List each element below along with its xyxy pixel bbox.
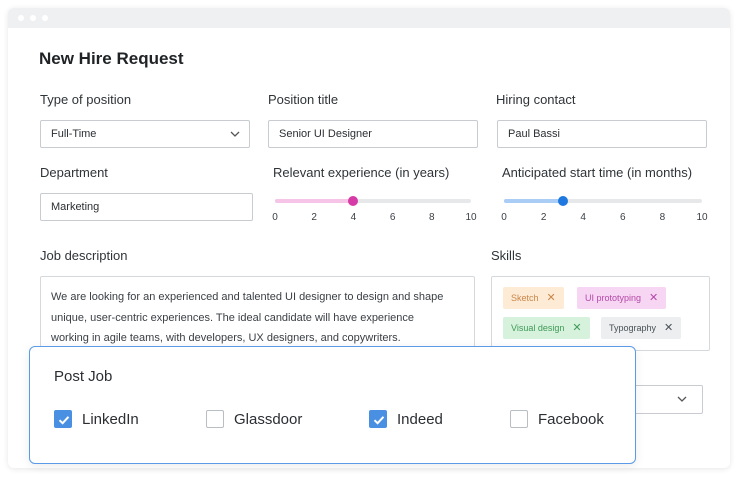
chevron-down-icon	[677, 396, 687, 402]
skills-label: Skills	[491, 248, 522, 263]
start-time-tick: 10	[696, 212, 708, 223]
experience-slider[interactable]	[275, 196, 471, 206]
experience-tick: 10	[465, 212, 477, 223]
type-of-position-value: Full-Time	[51, 128, 97, 140]
experience-ticks: 0 2 4 6 8 10	[272, 212, 476, 224]
position-title-label: Position title	[268, 92, 339, 107]
skills-field[interactable]: Sketch ✕ UI prototyping ✕ Visual design …	[491, 276, 710, 351]
option-glassdoor[interactable]: Glassdoor	[206, 409, 302, 429]
job-description-label: Job description	[40, 248, 128, 263]
close-icon[interactable]: ✕	[649, 292, 658, 304]
skill-tag-label: Visual design	[511, 323, 565, 333]
option-facebook[interactable]: Facebook	[510, 409, 604, 429]
checkmark-icon	[373, 416, 385, 425]
linkedin-checkbox[interactable]	[54, 410, 72, 428]
experience-label: Relevant experience (in years)	[273, 165, 450, 180]
title-bar	[8, 8, 730, 28]
start-time-slider-fill	[504, 199, 564, 203]
hiring-contact-label: Hiring contact	[496, 92, 576, 107]
facebook-checkbox[interactable]	[510, 410, 528, 428]
experience-tick: 4	[350, 212, 357, 223]
option-label: LinkedIn	[82, 410, 139, 428]
skill-tag-visual-design: Visual design ✕	[503, 317, 590, 339]
window-dot-minimize[interactable]	[30, 15, 36, 21]
close-icon[interactable]: ✕	[572, 322, 581, 334]
window-dot-close[interactable]	[18, 15, 24, 21]
indeed-checkbox[interactable]	[369, 410, 387, 428]
option-indeed[interactable]: Indeed	[369, 409, 443, 429]
job-description-line: We are looking for an experienced and ta…	[51, 291, 444, 303]
window-dot-maximize[interactable]	[42, 15, 48, 21]
option-linkedin[interactable]: LinkedIn	[54, 409, 139, 429]
start-time-tick: 8	[659, 212, 666, 223]
option-label: Glassdoor	[234, 410, 303, 428]
skill-tag-label: UI prototyping	[585, 293, 642, 303]
post-job-title: Post Job	[54, 368, 113, 385]
skill-tag-typography: Typography ✕	[601, 317, 682, 339]
department-value: Marketing	[51, 201, 100, 213]
start-time-tick: 0	[501, 212, 507, 223]
glassdoor-checkbox[interactable]	[206, 410, 224, 428]
close-icon[interactable]: ✕	[664, 322, 673, 334]
hiring-contact-input[interactable]: Paul Bassi	[497, 120, 707, 148]
close-icon[interactable]: ✕	[547, 292, 556, 304]
start-time-label: Anticipated start time (in months)	[502, 165, 693, 180]
position-title-input[interactable]: Senior UI Designer	[268, 120, 478, 148]
position-title-value: Senior UI Designer	[279, 128, 372, 140]
department-input[interactable]: Marketing	[40, 193, 253, 221]
hiring-contact-value: Paul Bassi	[508, 128, 560, 140]
experience-tick: 2	[311, 212, 317, 223]
department-label: Department	[40, 165, 108, 180]
skill-tag-label: Sketch	[511, 293, 539, 303]
job-description-line: unique, user-centric experiences. The id…	[51, 311, 415, 324]
skill-tag-ui-prototyping: UI prototyping ✕	[577, 287, 667, 309]
option-label: Indeed	[397, 410, 443, 428]
job-description-textarea[interactable]: We are looking for an experienced and ta…	[40, 276, 475, 348]
type-of-position-label: Type of position	[40, 92, 132, 107]
experience-tick: 6	[389, 212, 396, 223]
start-time-slider[interactable]	[504, 196, 702, 206]
option-label: Facebook	[538, 410, 604, 428]
type-of-position-select[interactable]: Full-Time	[40, 120, 250, 148]
start-time-ticks: 0 2 4 6 8 10	[501, 212, 707, 224]
experience-slider-fill	[275, 199, 354, 203]
post-job-dialog: Post Job LinkedIn Glassdoor Indeed Faceb…	[29, 346, 636, 464]
experience-tick: 0	[272, 212, 278, 223]
experience-tick: 8	[429, 212, 435, 223]
skill-tag-sketch: Sketch ✕	[503, 287, 564, 309]
skill-tag-label: Typography	[609, 323, 657, 333]
checkmark-icon	[58, 416, 70, 425]
start-time-tick: 6	[620, 212, 626, 223]
page-title: New Hire Request	[39, 49, 184, 68]
start-time-tick: 4	[580, 212, 586, 223]
chevron-down-icon	[230, 131, 240, 137]
start-time-tick: 2	[540, 212, 547, 223]
